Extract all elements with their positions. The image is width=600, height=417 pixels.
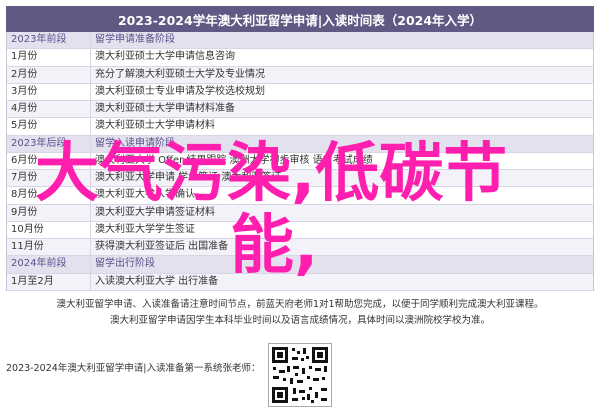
event-cell: 澳大利亚大学学生签证 bbox=[95, 223, 195, 235]
note-line: 澳大利亚留学申请因学生本科毕业时间以及语言成绩情况，具体时间以澳洲院校学校为准。 bbox=[109, 315, 490, 326]
table-row: 9月份 澳大利亚大学申请签证材料 bbox=[7, 204, 593, 222]
table-row: 7月份 澳大利亚大学申请 学生签证 澳大利亚签证 bbox=[7, 170, 593, 188]
event-cell: 留学申请准备阶段 bbox=[95, 34, 175, 45]
month-cell: 2月份 bbox=[7, 66, 91, 83]
month-cell: 1月份 bbox=[7, 49, 91, 66]
month-cell: 3月份 bbox=[7, 83, 91, 100]
event-cell: 澳大利亚硕士大学申请材料 bbox=[95, 120, 215, 132]
event-cell: 澳大利亚硕士大学申请信息咨询 bbox=[95, 51, 235, 63]
event-cell: 澳大利亚大学 Offer 结果跟踪 澳洲大学初步审核 语言考试成绩 bbox=[95, 154, 373, 166]
note-line: 澳大利亚留学申请、入读准备请注意时间节点，前蓝天府老师1对1帮助您完成，以便于同… bbox=[56, 299, 544, 310]
month-cell: 4月份 bbox=[7, 101, 91, 118]
month-cell: 11月份 bbox=[7, 239, 91, 256]
table-row: 3月份 澳大利亚硕士专业申请及学校选校规划 bbox=[7, 83, 593, 101]
month-cell: 6月份 bbox=[7, 152, 91, 169]
table-row: 4月份 澳大利亚硕士大学申请材料准备 bbox=[7, 101, 593, 119]
event-cell: 澳大利亚大学申请签证材料 bbox=[95, 206, 215, 218]
table-row: 5月份 澳大利亚硕士大学申请材料 bbox=[7, 118, 593, 136]
table-row: 10月份 澳大利亚大学学生签证 bbox=[7, 221, 593, 239]
table-section-row: 2023年后段 留学入读申请阶段 bbox=[7, 135, 593, 153]
schedule-table: 2023年前段 留学申请准备阶段 1月份 澳大利亚硕士大学申请信息咨询 2月份 充分了解澳… bbox=[6, 32, 594, 291]
event-cell: 入读澳大利亚大学 出行准备 bbox=[95, 275, 219, 287]
qr-code-icon bbox=[269, 344, 331, 406]
page-title: 2023-2024学年澳大利亚留学申请|入读时间表（2024年入学） bbox=[6, 6, 594, 32]
event-cell: 充分了解澳大利亚硕士大学及专业情况 bbox=[95, 68, 265, 80]
event-cell: 澳大利亚硕士大学申请材料准备 bbox=[95, 103, 235, 114]
footer-contact: 2023-2024年澳大利亚留学申请|入读准备第一系统张老师： bbox=[6, 363, 261, 374]
month-cell: 8月份 bbox=[7, 187, 91, 204]
event-cell: 澳大利亚大学申请 学生签证 澳大利亚签证 bbox=[95, 172, 282, 183]
month-cell: 2023年后段 bbox=[7, 135, 91, 152]
month-cell: 9月份 bbox=[7, 204, 91, 221]
month-cell: 7月份 bbox=[7, 170, 91, 187]
month-cell: 2023年前段 bbox=[7, 32, 91, 49]
notes: 澳大利亚留学申请、入读准备请注意时间节点，前蓝天府老师1对1帮助您完成，以便于同… bbox=[6, 297, 594, 329]
table-row: 1月份 澳大利亚硕士大学申请信息咨询 bbox=[7, 49, 593, 67]
event-cell: 留学出行阶段 bbox=[95, 258, 155, 270]
qr-code-image bbox=[268, 343, 332, 407]
month-cell: 1月至2月 bbox=[7, 273, 91, 290]
table-section-row: 2023年前段 留学申请准备阶段 bbox=[7, 32, 593, 50]
table-row: 6月份 澳大利亚大学 Offer 结果跟踪 澳洲大学初步审核 语言考试成绩 bbox=[7, 152, 593, 170]
month-cell: 5月份 bbox=[7, 118, 91, 135]
event-cell: 澳大利亚大学入学确认 bbox=[95, 189, 195, 201]
table-row: 8月份 澳大利亚大学入学确认 bbox=[7, 187, 593, 205]
table-row: 2月份 充分了解澳大利亚硕士大学及专业情况 bbox=[7, 66, 593, 84]
month-cell: 2024年前段 bbox=[7, 256, 91, 273]
table-row: 11月份 获得澳大利亚签证后 出国准备 bbox=[7, 239, 593, 257]
month-cell: 10月份 bbox=[7, 221, 91, 238]
event-cell: 留学入读申请阶段 bbox=[95, 137, 175, 149]
event-cell: 澳大利亚硕士专业申请及学校选校规划 bbox=[95, 85, 265, 97]
event-cell: 获得澳大利亚签证后 出国准备 bbox=[95, 241, 229, 252]
table-section-row: 2024年前段 留学出行阶段 bbox=[7, 256, 593, 274]
table-row: 1月至2月 入读澳大利亚大学 出行准备 bbox=[7, 273, 593, 291]
